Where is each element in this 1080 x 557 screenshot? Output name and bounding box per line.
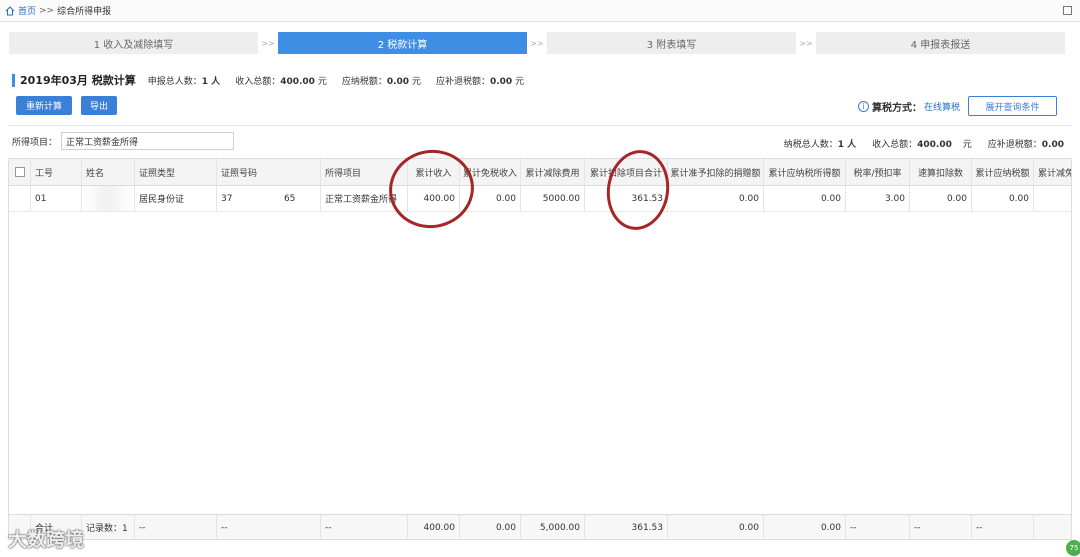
declarants-count: 申报总人数：1 人 <box>147 76 221 87</box>
info-icon: i <box>858 101 869 112</box>
recalculate-button[interactable]: 重新计算 <box>16 96 72 115</box>
expand-query-button[interactable]: 展开查询条件 <box>968 96 1057 116</box>
home-icon[interactable] <box>5 5 15 16</box>
col-header[interactable]: 速算扣除数 <box>910 159 972 185</box>
maximize-icon[interactable] <box>1063 6 1072 15</box>
refund-amount: 应补退税额：0.00 元 <box>435 76 525 87</box>
step-arrow: >> <box>799 38 813 48</box>
step-income[interactable]: 1 收入及减除填写 <box>9 32 259 54</box>
cell-name-redacted <box>82 186 135 211</box>
step-arrow: >> <box>261 38 275 48</box>
total-cell: 400.00 <box>408 515 460 539</box>
breadcrumb-separator: >> <box>39 5 55 16</box>
col-header[interactable]: 累计应纳税所得额 <box>764 159 846 185</box>
cell-cum-deduction: 5000.00 <box>521 186 585 211</box>
summary-line: 2019年03月 税款计算 申报总人数：1 人 收入总额：400.00 元 应纳… <box>12 73 539 87</box>
cell-id-type: 居民身份证 <box>135 186 217 211</box>
col-header[interactable]: 姓名 <box>82 159 135 185</box>
total-cell <box>1034 515 1071 539</box>
page-title: 2019年03月 税款计算 <box>20 74 136 87</box>
right-refund: 应补退税额：0.00 <box>987 140 1064 150</box>
total-cell: 0.00 <box>764 515 846 539</box>
step-arrow: >> <box>530 38 544 48</box>
corner-badge: 75 <box>1066 540 1080 556</box>
select-all-checkbox-cell[interactable] <box>9 159 31 185</box>
total-cell: -- <box>910 515 972 539</box>
col-header[interactable]: 工号 <box>31 159 82 185</box>
col-header[interactable]: 税率/预扣率 <box>846 159 910 185</box>
watermark: 大数跨境 <box>8 529 85 551</box>
breadcrumb-home-link[interactable]: 首页 <box>18 4 36 17</box>
cell-quick-deduct: 0.00 <box>910 186 972 211</box>
cell-cum-taxable: 0.00 <box>764 186 846 211</box>
breadcrumb-bar: 首页 >> 综合所得申报 <box>0 0 1080 22</box>
total-cell: 0.00 <box>460 515 521 539</box>
right-summary: 纳税总人数：1 人 收入总额：400.00 元 应补退税额：0.00 <box>768 137 1064 150</box>
row-checkbox-cell[interactable] <box>9 186 31 211</box>
title-accent-bar <box>12 73 15 87</box>
col-header[interactable]: 累计减除费用 <box>521 159 585 185</box>
cell-cum-tax: 0.00 <box>972 186 1034 211</box>
col-header[interactable]: 累计准予扣除的捐赠额 <box>668 159 764 185</box>
table-total-row: 合计 记录数：1 -- -- -- 400.00 0.00 5,000.00 3… <box>9 514 1071 539</box>
col-header[interactable]: 累计应纳税额 <box>972 159 1034 185</box>
cell-emp-id: 01 <box>31 186 82 211</box>
calc-method-label: 算税方式： <box>872 103 922 114</box>
select-all-checkbox[interactable] <box>14 167 25 177</box>
income-total: 收入总额：400.00 元 <box>235 76 327 87</box>
breadcrumb-current: 综合所得申报 <box>57 7 112 17</box>
tax-payable: 应纳税额：0.00 元 <box>341 76 421 87</box>
export-button[interactable]: 导出 <box>81 96 117 115</box>
calc-method: i 算税方式： 在线算税 <box>858 99 960 114</box>
total-record-count: 记录数：1 <box>82 515 135 539</box>
total-cell: -- <box>217 515 321 539</box>
cell-cum-relief <box>1034 186 1071 211</box>
col-header[interactable]: 证照号码 <box>217 159 321 185</box>
total-cell: -- <box>321 515 408 539</box>
col-header[interactable]: 证照类型 <box>135 159 217 185</box>
cell-cum-donation: 0.00 <box>668 186 764 211</box>
taxpayers-count: 纳税总人数：1 人 <box>783 140 857 150</box>
divider <box>8 125 1072 126</box>
total-cell: 5,000.00 <box>521 515 585 539</box>
income-type-label: 所得项目： <box>12 137 58 148</box>
total-cell: 361.53 <box>585 515 668 539</box>
step-tax-calc[interactable]: 2 税款计算 <box>277 32 528 54</box>
table-row[interactable]: 01 居民身份证 37 65 正常工资薪金所得 400.00 0.00 5000… <box>9 186 1071 212</box>
calc-method-value[interactable]: 在线算税 <box>924 100 960 113</box>
step-submit[interactable]: 4 申报表报送 <box>815 32 1066 54</box>
total-cell: -- <box>135 515 217 539</box>
total-cell: 0.00 <box>668 515 764 539</box>
income-type-filter: 所得项目： 正常工资薪金所得 <box>12 132 235 150</box>
total-cell: -- <box>846 515 910 539</box>
tax-table: 工号 姓名 证照类型 证照号码 所得项目 累计收入 累计免税收入 累计减除费用 … <box>8 158 1072 540</box>
table-header-row: 工号 姓名 证照类型 证照号码 所得项目 累计收入 累计免税收入 累计减除费用 … <box>9 159 1071 186</box>
total-cell: -- <box>972 515 1034 539</box>
stepper: 1 收入及减除填写 >> 2 税款计算 >> 3 附表填写 >> 4 申报表报送 <box>9 32 1066 54</box>
step-schedules[interactable]: 3 附表填写 <box>546 32 797 54</box>
cell-id-number: 37 65 <box>217 186 321 211</box>
income-type-select[interactable]: 正常工资薪金所得 <box>61 132 235 150</box>
cell-tax-rate: 3.00 <box>846 186 910 211</box>
col-header[interactable]: 累计减免 <box>1034 159 1071 185</box>
right-income-total: 收入总额：400.00 元 <box>872 140 972 150</box>
